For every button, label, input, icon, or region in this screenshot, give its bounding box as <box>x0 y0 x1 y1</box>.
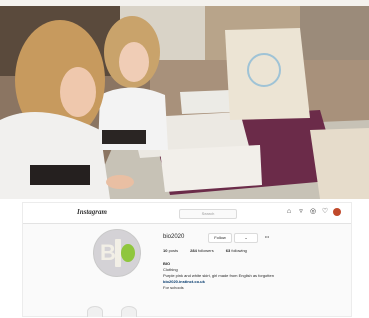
highlight-item[interactable] <box>121 306 137 317</box>
video-frame-photo <box>0 0 369 199</box>
instagram-window: Instagram Search ⌂ ▿ ◎ ♡ B bio2020 Follo… <box>22 202 352 317</box>
instagram-header: Instagram Search ⌂ ▿ ◎ ♡ <box>23 203 351 224</box>
follow-button[interactable]: Follow <box>208 233 232 243</box>
story-highlights <box>87 306 137 317</box>
explore-icon[interactable]: ◎ <box>309 208 317 216</box>
heart-icon[interactable]: ♡ <box>321 208 329 216</box>
following-count[interactable]: 63 following <box>226 248 247 253</box>
classroom-scene <box>0 0 369 199</box>
direct-icon[interactable]: ▿ <box>297 208 305 216</box>
home-icon[interactable]: ⌂ <box>285 208 293 216</box>
bio-line2: For schools <box>163 285 184 290</box>
avatar-letter-b: B <box>100 240 116 265</box>
posts-count: 10 posts <box>163 248 179 253</box>
search-input[interactable]: Search <box>179 209 237 219</box>
more-options-button[interactable]: ••• <box>260 233 274 241</box>
profile-avatar-icon[interactable] <box>333 208 341 216</box>
profile-username: bio2020 <box>163 234 185 240</box>
followers-count[interactable]: 284 followers <box>190 248 214 253</box>
avatar-green-o <box>121 244 135 262</box>
instagram-profile-screenshot: Instagram Search ⌂ ▿ ◎ ♡ B bio2020 Follo… <box>0 199 369 318</box>
instagram-logo[interactable]: Instagram <box>77 208 107 216</box>
header-icons: ⌂ ▿ ◎ ♡ <box>285 208 341 216</box>
profile-bio: BIO Clothing Purple pink and white skirt… <box>163 261 274 291</box>
profile-stats: 10 posts 284 followers 63 following <box>163 248 247 253</box>
follow-menu-button[interactable]: ⌄ <box>234 233 258 243</box>
profile-avatar[interactable]: B <box>93 229 141 277</box>
highlight-item[interactable] <box>87 306 103 317</box>
